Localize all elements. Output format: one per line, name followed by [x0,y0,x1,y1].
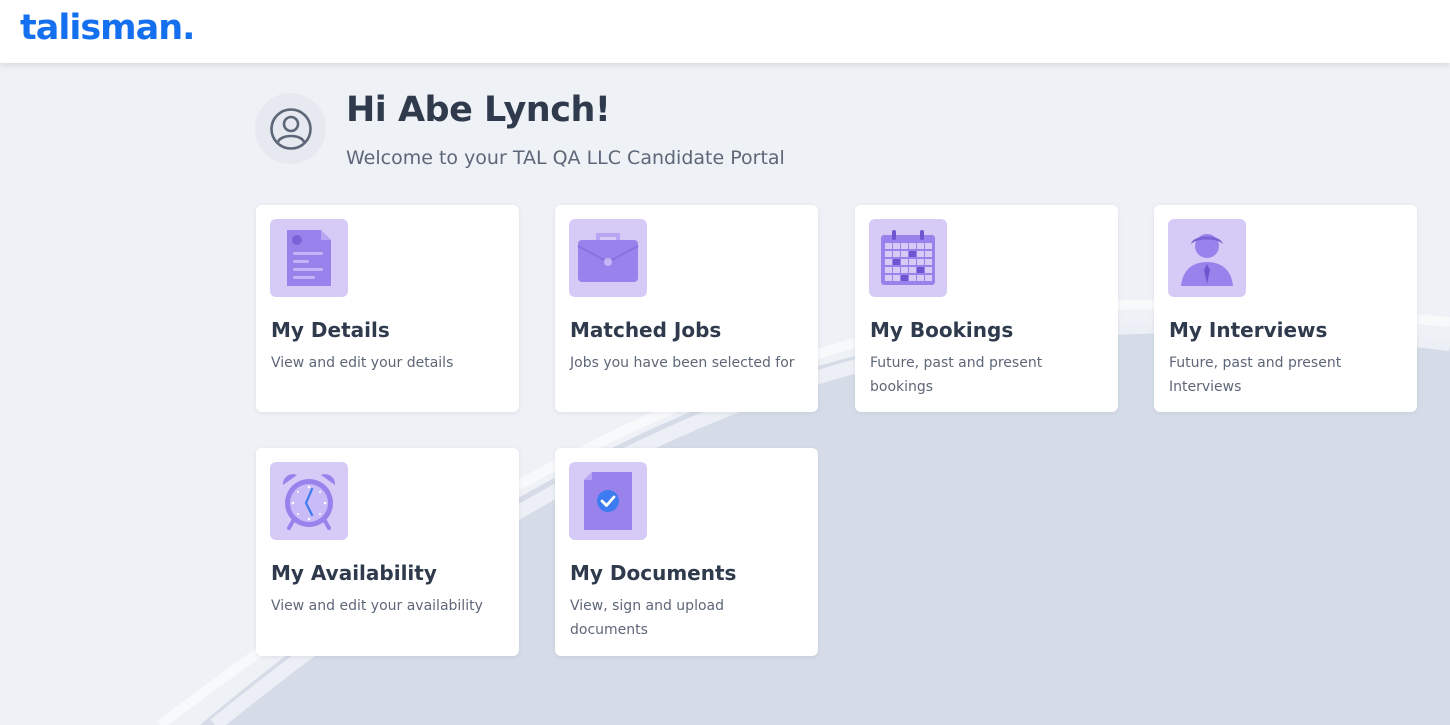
user-avatar [255,93,326,164]
card-tile [270,219,348,297]
welcome-subtitle: Welcome to your TAL QA LLC Candidate Por… [346,147,785,169]
card-title: My Interviews [1169,318,1328,342]
card-tile [569,462,647,540]
card-tile [869,219,947,297]
main-content: Hi Abe Lynch! Welcome to your TAL QA LLC… [0,0,1450,725]
card-tile [270,462,348,540]
card-title: My Details [271,318,390,342]
signed-document-icon [584,472,632,530]
document-icon [287,230,331,286]
talisman-logo[interactable]: talisman. [20,8,195,48]
card-my-documents[interactable]: My Documents View, sign and upload docum… [555,448,818,656]
card-title: My Availability [271,561,437,585]
user-circle-icon [269,107,312,150]
card-title: My Bookings [870,318,1014,342]
card-matched-jobs[interactable]: Matched Jobs Jobs you have been selected… [555,205,818,412]
card-tile [569,219,647,297]
card-my-interviews[interactable]: My Interviews Future, past and present I… [1154,205,1417,412]
briefcase-icon [577,233,639,282]
card-my-details[interactable]: My Details View and edit your details [256,205,519,412]
card-description: Future, past and present bookings [870,355,1043,395]
card-tile [1168,219,1246,297]
card-description: View and edit your details [271,355,454,371]
calendar-icon [881,230,935,285]
person-icon [1181,234,1233,286]
card-description: Jobs you have been selected for [570,355,795,371]
alarm-clock-icon [282,474,336,530]
card-description: Future, past and present Interviews [1169,355,1342,395]
card-title: My Documents [570,561,737,585]
card-description: View, sign and upload documents [570,598,724,638]
greeting-heading: Hi Abe Lynch! [346,90,611,130]
card-my-availability[interactable]: My Availability View and edit your avail… [256,448,519,656]
card-my-bookings[interactable]: My Bookings Future, past and present boo… [855,205,1118,412]
card-description: View and edit your availability [271,598,483,614]
top-navigation-bar: talisman. [0,0,1450,63]
card-title: Matched Jobs [570,318,722,342]
